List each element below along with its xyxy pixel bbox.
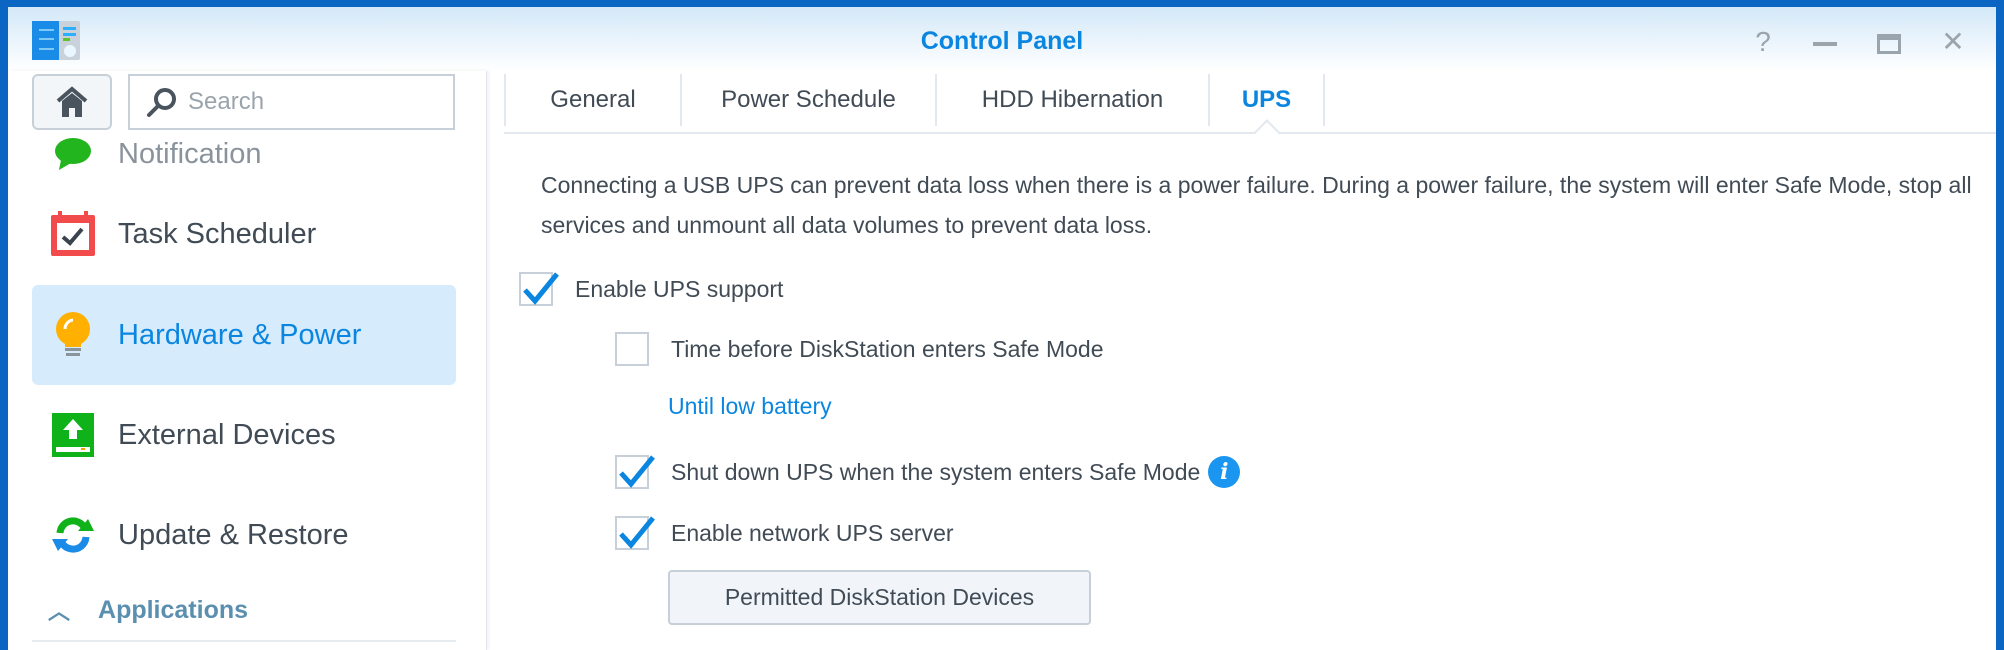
sidebar-item-external-devices[interactable]: External Devices — [32, 385, 456, 485]
refresh-icon — [50, 512, 96, 558]
enable-ups-checkbox[interactable] — [519, 272, 559, 306]
sidebar-item-label: External Devices — [118, 418, 336, 451]
sidebar-item-label: Update & Restore — [118, 518, 349, 551]
chevron-up-icon: ︿ — [48, 599, 71, 624]
minimize-icon — [1813, 41, 1837, 46]
sidebar: Search Notification Task Scheduler Hardw… — [8, 71, 487, 650]
network-ups-checkbox[interactable] — [615, 516, 655, 550]
permitted-devices-button[interactable]: Permitted DiskStation Devices — [668, 570, 1091, 625]
tab-hdd-hibernation[interactable]: HDD Hibernation — [935, 74, 1208, 126]
sidebar-item-task-scheduler[interactable]: Task Scheduler — [32, 184, 456, 284]
search-placeholder: Search — [188, 88, 265, 115]
tab-bar: General Power Schedule HDD Hibernation U… — [504, 74, 1996, 145]
sidebar-item-hardware-power[interactable]: Hardware & Power — [32, 285, 456, 385]
main-panel: General Power Schedule HDD Hibernation U… — [504, 71, 1996, 650]
close-icon: ✕ — [1941, 26, 1965, 57]
time-before-row: Time before DiskStation enters Safe Mode — [615, 332, 1104, 366]
search-icon — [147, 88, 176, 117]
ups-description: Connecting a USB UPS can prevent data lo… — [541, 172, 1972, 238]
upload-drive-icon — [50, 412, 96, 458]
section-divider — [32, 640, 456, 642]
minimize-button[interactable] — [1810, 27, 1840, 57]
sidebar-item-label: Hardware & Power — [118, 318, 362, 351]
maximize-icon — [1877, 33, 1901, 54]
tab-power-schedule[interactable]: Power Schedule — [680, 74, 935, 126]
sidebar-item-update-restore[interactable]: Update & Restore — [32, 485, 456, 585]
tab-general[interactable]: General — [504, 74, 680, 126]
shutdown-ups-label: Shut down UPS when the system enters Saf… — [671, 458, 1201, 485]
time-before-label: Time before DiskStation enters Safe Mode — [671, 335, 1104, 362]
maximize-button[interactable] — [1874, 27, 1904, 57]
checkmark-icon — [523, 272, 559, 305]
lightbulb-icon — [50, 312, 96, 358]
calendar-check-icon — [50, 211, 96, 257]
window-title: Control Panel — [920, 27, 1084, 55]
control-panel-window: Control Panel ? ✕ Search Notification Ta… — [8, 7, 1996, 650]
home-button[interactable] — [32, 74, 112, 130]
search-input[interactable]: Search — [128, 74, 455, 130]
enable-ups-label: Enable UPS support — [575, 275, 784, 302]
sidebar-item-label: Task Scheduler — [118, 217, 317, 250]
enable-ups-row: Enable UPS support — [519, 272, 783, 306]
time-before-checkbox[interactable] — [615, 332, 649, 366]
time-before-value-link[interactable]: Until low battery — [668, 393, 832, 420]
checkmark-icon — [619, 516, 655, 549]
help-icon: ? — [1755, 26, 1771, 57]
title-bar: Control Panel ? ✕ — [8, 7, 1996, 71]
chat-bubble-icon — [50, 134, 96, 174]
sidebar-item-label: Notification — [118, 137, 262, 170]
shutdown-ups-checkbox[interactable] — [615, 455, 655, 489]
applications-section-header[interactable]: ︿ Applications — [48, 594, 248, 626]
help-button[interactable]: ? — [1748, 27, 1778, 57]
network-ups-label: Enable network UPS server — [671, 519, 954, 546]
checkmark-icon — [619, 455, 655, 488]
info-icon[interactable]: i — [1208, 456, 1241, 488]
section-label: Applications — [98, 595, 249, 624]
close-button[interactable]: ✕ — [1938, 27, 1968, 57]
home-icon — [56, 86, 88, 117]
network-ups-row: Enable network UPS server — [615, 516, 954, 550]
shutdown-ups-row: Shut down UPS when the system enters Saf… — [615, 455, 1241, 489]
sidebar-item-notification[interactable]: Notification — [32, 132, 456, 176]
